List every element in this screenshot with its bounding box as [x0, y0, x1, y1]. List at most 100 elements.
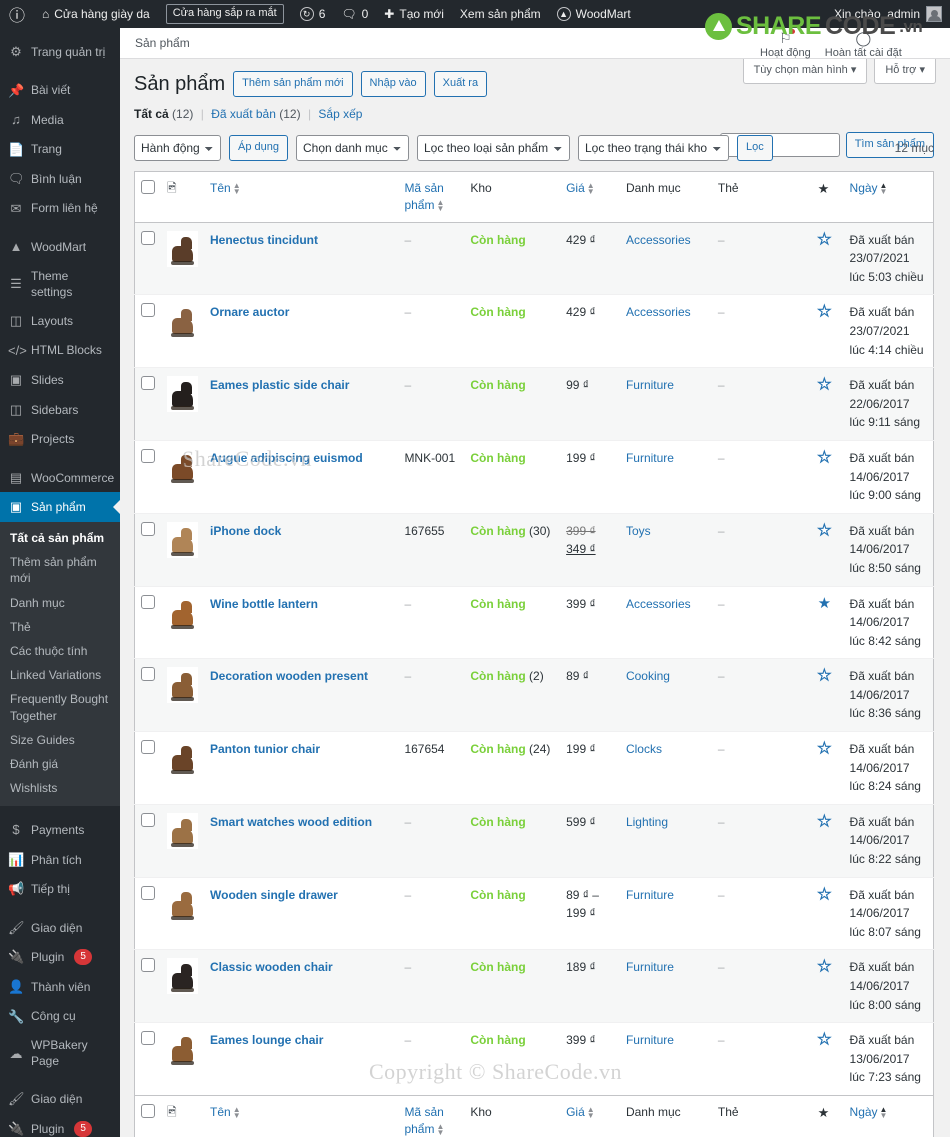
row-checkbox[interactable] — [141, 667, 155, 682]
row-checkbox[interactable] — [141, 594, 155, 609]
row-checkbox[interactable] — [141, 303, 155, 318]
row-checkbox[interactable] — [141, 448, 155, 463]
sku-column-footer[interactable]: Mã sản phẩm ▲ ▼ — [398, 1094, 465, 1137]
sidebar-item-marketing[interactable]: 📢 Tiếp thị — [0, 874, 120, 904]
category-link[interactable]: Accessories — [626, 597, 691, 611]
submenu-item-all-products[interactable]: Tất cả sản phẩm — [0, 526, 120, 550]
row-checkbox[interactable] — [141, 521, 155, 536]
featured-star-icon[interactable]: ★ — [817, 376, 832, 393]
category-link[interactable]: Accessories — [626, 233, 691, 247]
sidebar-item-dashboard[interactable]: ⚙ Trang quản trị — [0, 37, 120, 67]
featured-star-icon[interactable]: ★ — [817, 522, 832, 539]
featured-star-icon[interactable]: ★ — [817, 886, 832, 903]
category-link[interactable]: Cooking — [626, 669, 670, 683]
name-sort-link[interactable]: Tên — [210, 181, 231, 195]
category-link[interactable]: Accessories — [626, 305, 691, 319]
product-name-link[interactable]: Wine bottle lantern — [210, 597, 318, 611]
help-tab[interactable]: Hỗ trợ ▾ — [874, 59, 936, 84]
submenu-item-frequently-bought-together[interactable]: Frequently Bought Together — [0, 687, 120, 727]
featured-star-icon[interactable]: ★ — [818, 595, 831, 612]
name-sort-link-bottom[interactable]: Tên — [210, 1105, 231, 1119]
category-link[interactable]: Furniture — [626, 451, 674, 465]
sidebar-item-layouts[interactable]: ◫ Layouts — [0, 306, 120, 336]
submenu-item-wishlists[interactable]: Wishlists — [0, 776, 120, 800]
name-column-footer[interactable]: Tên ▲ ▼ — [204, 1094, 399, 1137]
wordpress-logo-icon[interactable]: ⓘ — [0, 0, 34, 28]
featured-star-icon[interactable]: ★ — [817, 231, 832, 248]
product-name-link[interactable]: iPhone dock — [210, 524, 281, 538]
date-sort-link[interactable]: Ngày — [850, 181, 878, 195]
date-sort-link-bottom[interactable]: Ngày — [850, 1105, 878, 1119]
submenu-item-add-new-product[interactable]: Thêm sản phẩm mới — [0, 550, 120, 590]
category-link[interactable]: Furniture — [626, 1033, 674, 1047]
price-column-footer[interactable]: Giá ▲ ▼ — [560, 1094, 620, 1137]
apply-bulk-action-button-top[interactable]: Áp dụng — [229, 135, 288, 161]
submenu-item-linked-variations[interactable]: Linked Variations — [0, 663, 120, 687]
sidebar-item-wpbakery-1[interactable]: ☁ WPBakery Page — [0, 1031, 120, 1075]
category-link[interactable]: Furniture — [626, 378, 674, 392]
submenu-item-tags[interactable]: Thẻ — [0, 615, 120, 639]
filter-button[interactable]: Lọc — [736, 135, 773, 161]
coming-soon-badge[interactable]: Cửa hàng sắp ra mắt — [158, 0, 292, 28]
category-filter-select[interactable]: Chọn danh mục — [295, 135, 409, 161]
sidebar-item-woocommerce[interactable]: ▤ WooCommerce — [0, 463, 120, 493]
featured-star-icon[interactable]: ★ — [817, 667, 832, 684]
category-link[interactable]: Toys — [626, 524, 651, 538]
row-checkbox[interactable] — [141, 885, 155, 900]
featured-star-icon[interactable]: ★ — [817, 958, 832, 975]
featured-star-icon[interactable]: ★ — [817, 449, 832, 466]
new-content-menu[interactable]: ✚ Tạo mới — [376, 0, 452, 28]
category-link[interactable]: Clocks — [626, 742, 662, 756]
sidebar-item-analytics[interactable]: 📊 Phân tích — [0, 845, 120, 875]
woodmart-menu[interactable]: ▲ WoodMart — [549, 0, 639, 28]
submenu-item-reviews[interactable]: Đánh giá — [0, 752, 120, 776]
product-name-link[interactable]: Decoration wooden present — [210, 669, 368, 683]
row-checkbox[interactable] — [141, 1031, 155, 1046]
sidebar-item-sidebars[interactable]: ◫ Sidebars — [0, 395, 120, 425]
view-shop-link[interactable]: Xem sản phẩm — [452, 0, 549, 28]
sku-column-header[interactable]: Mã sản phẩm ▲ ▼ — [398, 171, 465, 223]
sidebar-item-projects[interactable]: 💼 Projects — [0, 424, 120, 454]
filter-all-link[interactable]: Tất cả — [134, 107, 169, 121]
product-name-link[interactable]: Eames lounge chair — [210, 1033, 323, 1047]
sidebar-item-comments[interactable]: 🗨 Bình luận — [0, 164, 120, 194]
product-name-link[interactable]: Wooden single drawer — [210, 888, 338, 902]
submenu-item-categories[interactable]: Danh mục — [0, 591, 120, 615]
sort-link[interactable]: Sắp xếp — [318, 107, 362, 121]
price-column-header[interactable]: Giá ▲ ▼ — [560, 171, 620, 223]
sidebar-item-pages[interactable]: 📄 Trang — [0, 135, 120, 165]
product-type-filter-select[interactable]: Lọc theo loại sản phẩm — [416, 135, 570, 161]
product-name-link[interactable]: Smart watches wood edition — [210, 815, 372, 829]
updates-menu[interactable]: ↻ 6 — [292, 0, 334, 28]
submenu-item-size-guides[interactable]: Size Guides — [0, 728, 120, 752]
product-name-link[interactable]: Henectus tincidunt — [210, 233, 318, 247]
date-column-footer[interactable]: Ngày ▲ ▼ — [843, 1094, 934, 1137]
name-column-header[interactable]: Tên ▲ ▼ — [204, 171, 399, 223]
sidebar-item-posts[interactable]: 📌 Bài viết — [0, 76, 120, 106]
bulk-action-select-top[interactable]: Hành động — [134, 135, 221, 161]
sidebar-item-appearance-2[interactable]: 🖌 Giao diện — [0, 1084, 120, 1114]
product-name-link[interactable]: Classic wooden chair — [210, 960, 333, 974]
row-checkbox[interactable] — [141, 230, 155, 245]
comments-menu[interactable]: 🗨 0 — [333, 0, 376, 28]
sidebar-item-contact-form[interactable]: ✉ Form liên hệ — [0, 194, 120, 224]
product-name-link[interactable]: Ornare auctor — [210, 305, 289, 319]
sidebar-item-products[interactable]: ▣ Sản phẩm — [0, 492, 120, 523]
featured-star-icon[interactable]: ★ — [817, 1031, 832, 1048]
sidebar-item-payments[interactable]: $ Payments — [0, 815, 120, 845]
select-all-checkbox-top[interactable] — [141, 180, 155, 194]
row-checkbox[interactable] — [141, 740, 155, 755]
row-checkbox[interactable] — [141, 958, 155, 973]
product-name-link[interactable]: Eames plastic side chair — [210, 378, 349, 392]
category-link[interactable]: Lighting — [626, 815, 668, 829]
add-new-product-button[interactable]: Thêm sản phẩm mới — [233, 71, 353, 97]
sidebar-item-media[interactable]: ♫ Media — [0, 105, 120, 135]
sidebar-item-theme-settings[interactable]: ☰ Theme settings — [0, 262, 120, 306]
sidebar-item-woodmart[interactable]: ▲ WoodMart — [0, 232, 120, 262]
sidebar-item-slides[interactable]: ▣ Slides — [0, 365, 120, 395]
sidebar-item-appearance-1[interactable]: 🖌 Giao diện — [0, 913, 120, 943]
sidebar-item-users-1[interactable]: 👤 Thành viên — [0, 972, 120, 1002]
screen-options-tab[interactable]: Tùy chọn màn hình ▾ — [742, 59, 868, 84]
import-button[interactable]: Nhập vào — [360, 71, 426, 97]
category-link[interactable]: Furniture — [626, 888, 674, 902]
